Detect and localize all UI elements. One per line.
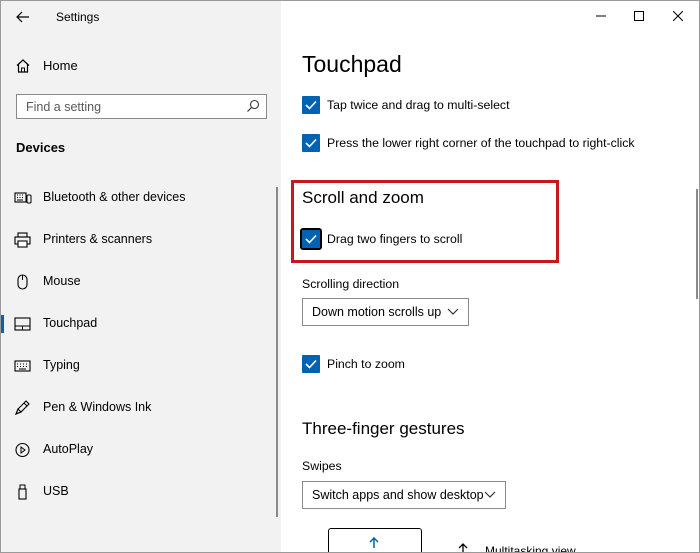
section-title: Devices [16,140,66,155]
app-title: Settings [56,10,100,24]
home-icon [16,59,30,73]
sidebar-item-typing[interactable]: Typing [1,349,277,383]
keyboard-icon [14,360,31,372]
chevron-down-icon [447,308,459,315]
pen-icon [15,400,30,415]
search-input[interactable] [17,95,241,118]
sidebar-item-touchpad[interactable]: Touchpad [1,307,277,341]
sidebar-item-pen[interactable]: Pen & Windows Ink [1,391,277,425]
back-arrow-icon [16,11,29,23]
touchpad-icon [14,317,31,331]
sidebar-item-label: Bluetooth & other devices [43,190,186,204]
maximize-icon [634,11,644,21]
arrow-up-icon [458,543,468,552]
sidebar-item-label: Mouse [43,274,81,288]
scrolling-direction-dropdown[interactable]: Down motion scrolls up [302,298,469,326]
sidebar-item-label: Typing [43,358,80,372]
sidebar-item-label: AutoPlay [43,442,94,456]
minimize-icon [596,15,606,17]
search-box [16,94,267,119]
arrow-up-icon [369,537,379,548]
swipes-label: Swipes [302,459,342,473]
swipes-dropdown[interactable]: Switch apps and show desktop [302,481,506,509]
sidebar-item-label: Pen & Windows Ink [43,400,152,414]
checkbox-label: Pinch to zoom [327,357,405,371]
dropdown-value: Switch apps and show desktop [312,488,484,502]
chevron-down-icon [484,491,496,498]
gesture-preview-card [328,528,422,552]
back-button[interactable] [9,5,37,29]
multitasking-label: Multitasking view [485,544,576,553]
checkmark-icon [305,138,317,148]
three-finger-heading: Three-finger gestures [302,419,465,438]
sidebar-item-autoplay[interactable]: AutoPlay [1,433,277,467]
checkmark-icon [305,100,317,110]
checkbox-label: Press the lower right corner of the touc… [327,136,635,150]
bluetooth-devices-icon [14,192,32,204]
scrolling-direction-label: Scrolling direction [302,277,400,291]
sidebar-item-label: Home [43,58,78,73]
sidebar-item-label: Printers & scanners [43,232,153,246]
right-click-checkbox[interactable] [302,134,320,152]
main-pane: Touchpad Tap twice and drag to multi-sel… [281,1,699,553]
main-scrollbar[interactable] [696,189,698,299]
sidebar-item-bluetooth[interactable]: Bluetooth & other devices [1,181,277,215]
highlight-box [291,180,559,263]
sidebar-item-label: Touchpad [43,316,98,330]
dropdown-value: Down motion scrolls up [312,305,442,319]
usb-icon [18,484,27,500]
sidebar-item-printers[interactable]: Printers & scanners [1,223,277,257]
sidebar-item-home[interactable]: Home [1,49,281,83]
checkbox-label: Tap twice and drag to multi-select [327,98,510,112]
page-title: Touchpad [302,51,402,77]
checkmark-icon [305,359,317,369]
tap-drag-checkbox[interactable] [302,96,320,114]
sidebar-scrollbar[interactable] [276,187,278,517]
search-icon[interactable] [246,99,260,113]
sidebar-item-usb[interactable]: USB [1,475,277,509]
title-bar: Settings [1,1,281,33]
close-icon [673,11,683,21]
sidebar-item-label: USB [43,484,69,498]
sidebar-item-mouse[interactable]: Mouse [1,265,277,299]
selection-indicator [1,315,4,333]
mouse-icon [17,274,28,290]
printer-icon [14,232,31,248]
autoplay-icon [15,442,30,458]
pinch-zoom-checkbox[interactable] [302,355,320,373]
settings-window: Settings Home Devices Bluetooth & othe [0,0,700,553]
sidebar: Settings Home Devices Bluetooth & othe [1,1,281,552]
close-button[interactable] [655,1,699,31]
